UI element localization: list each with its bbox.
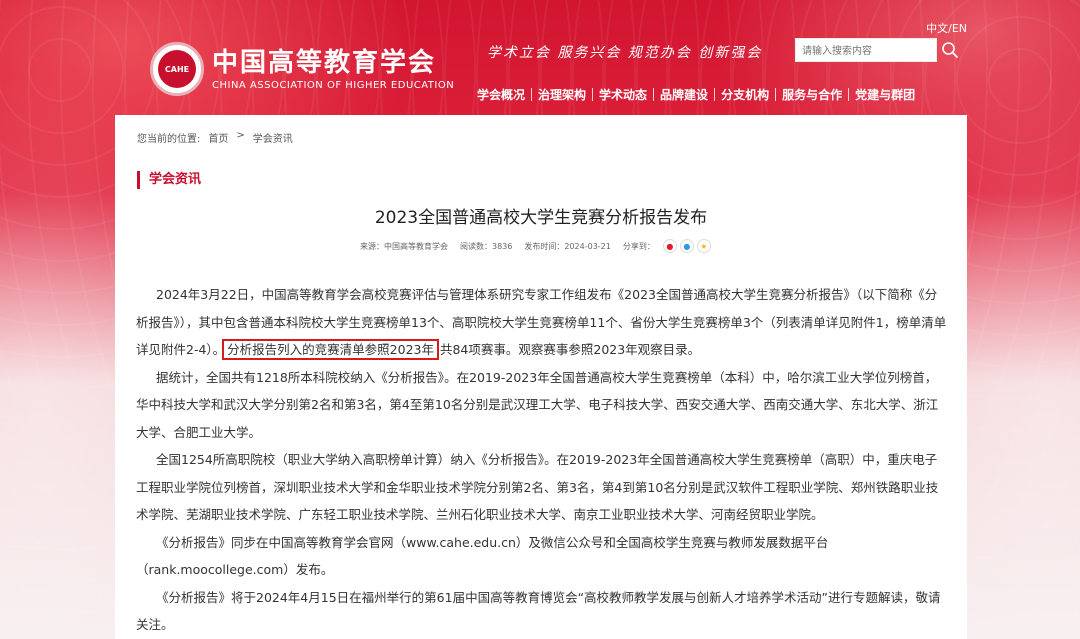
paragraph-5: 《分析报告》将于2024年4月15日在福州举行的第61届中国高等教育博览会“高校…	[136, 589, 941, 633]
paragraph-2: 据统计，全国共有1218所本科院校纳入《分析报告》。在2019-2023年全国普…	[136, 369, 939, 440]
nav-item-party[interactable]: 党建与群团	[849, 86, 921, 103]
nav-item-brand[interactable]: 品牌建设	[654, 86, 714, 103]
breadcrumb-prefix: 您当前的位置:	[137, 134, 201, 145]
nav-item-governance[interactable]: 治理架构	[532, 86, 592, 103]
logo-title-cn: 中国高等教育学会	[212, 47, 437, 78]
search-box	[795, 38, 937, 63]
paragraph-1-tail: 共84项赛事。观察赛事参照2023年观察目录。	[435, 342, 701, 357]
lang-en[interactable]: EN	[952, 22, 967, 35]
meta-views: 阅读数：3836	[460, 241, 513, 251]
highlighted-text: 分析报告列入的竞赛清单参照2023年	[222, 339, 439, 360]
site-logo[interactable]: CAHE 中国高等教育学会 CHINA ASSOCIATION OF HIGHE…	[150, 42, 454, 96]
breadcrumb-separator: >	[236, 130, 245, 141]
language-switch: 中文/EN	[926, 20, 967, 36]
article-body: 2024年3月22日，中国高等教育学会高校竞赛评估与管理体系研究专家工作组发布《…	[136, 281, 948, 639]
section-title: 学会资讯	[137, 171, 201, 189]
qq-share-icon[interactable]: ●	[679, 239, 694, 253]
meta-source: 来源：中国高等教育学会	[360, 241, 448, 251]
nav-item-services[interactable]: 服务与合作	[776, 86, 848, 103]
breadcrumb-home[interactable]: 首页	[208, 130, 228, 145]
article-title: 2023全国普通高校大学生竞赛分析报告发布	[374, 208, 708, 228]
nav-item-overview[interactable]: 学会概况	[471, 86, 531, 103]
qzone-share-icon[interactable]: ★	[696, 239, 711, 253]
meta-date: 发布时间：2024-03-21	[524, 241, 611, 251]
site-slogan: 学术立会 服务兴会 规范办会 创新强会	[487, 45, 763, 61]
paragraph-4: 《分析报告》同步在中国高等教育学会官网（www.cahe.edu.cn）及微信公…	[136, 534, 829, 578]
article-meta: 来源：中国高等教育学会 阅读数：3836 发布时间：2024-03-21 分享到…	[360, 239, 711, 253]
logo-title-en: CHINA ASSOCIATION OF HIGHER EDUCATION	[212, 79, 455, 91]
meta-share-label: 分享到：	[622, 241, 655, 251]
weibo-share-icon[interactable]: ●	[662, 239, 677, 253]
breadcrumb: 您当前的位置: 首页 > 学会资讯	[137, 130, 293, 145]
site-header: 中文/EN CAHE 中国高等教育学会 CHINA ASSOCIATION OF…	[115, 0, 967, 115]
nav-item-branches[interactable]: 分支机构	[715, 86, 775, 103]
lang-cn[interactable]: 中文	[926, 22, 948, 35]
nav-item-academic[interactable]: 学术动态	[593, 86, 653, 103]
logo-emblem-icon: CAHE	[150, 42, 204, 96]
search-input[interactable]	[796, 40, 936, 63]
paragraph-1: 2024年3月22日，中国高等教育学会高校竞赛评估与管理体系研究专家工作组发布《…	[136, 281, 948, 364]
breadcrumb-current[interactable]: 学会资讯	[253, 130, 293, 145]
logo-emblem-text: CAHE	[158, 50, 196, 88]
search-icon[interactable]	[941, 41, 959, 59]
content-panel: 您当前的位置: 首页 > 学会资讯 学会资讯 2023全国普通高校大学生竞赛分析…	[115, 115, 967, 639]
main-nav: 学会概况 治理架构 学术动态 品牌建设 分支机构 服务与合作 党建与群团	[471, 86, 921, 103]
paragraph-3: 全国1254所高职院校（职业大学纳入高职榜单计算）纳入《分析报告》。在2019-…	[136, 452, 939, 522]
